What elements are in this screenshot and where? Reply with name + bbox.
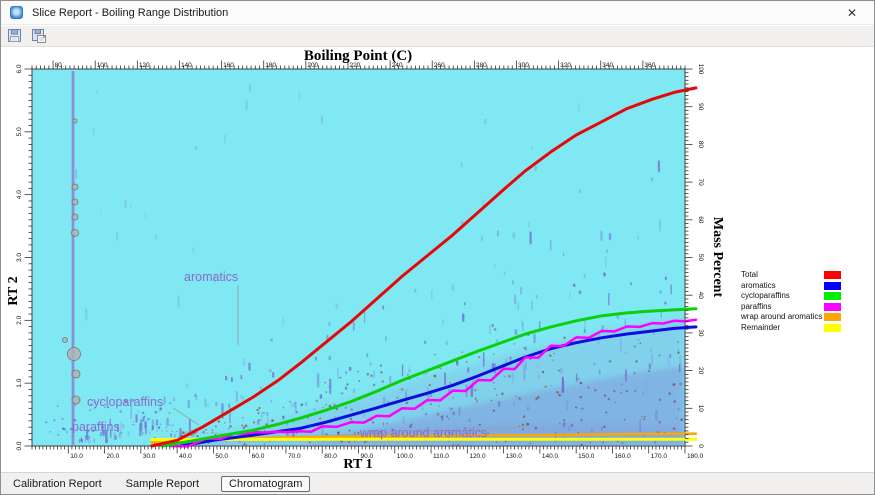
blob-marker: [72, 199, 78, 205]
legend-label: cycloparaffins: [741, 291, 790, 301]
svg-text:90: 90: [697, 103, 704, 111]
export-icon: [31, 28, 47, 44]
close-button[interactable]: ✕: [838, 4, 866, 22]
svg-text:60: 60: [697, 216, 704, 224]
svg-text:160: 160: [223, 62, 234, 69]
legend-item: Remainder: [741, 323, 873, 334]
export-button[interactable]: [29, 27, 48, 45]
svg-text:10.0: 10.0: [70, 453, 83, 460]
svg-text:360: 360: [644, 62, 655, 69]
legend-label: wrap around aromatics: [741, 312, 822, 322]
blob-marker: [63, 338, 68, 343]
svg-text:180: 180: [265, 62, 276, 69]
svg-text:180.0: 180.0: [687, 453, 704, 460]
svg-text:10: 10: [697, 405, 704, 413]
titlebar: Slice Report - Boiling Range Distributio…: [1, 1, 874, 25]
chart-region: 8010012014016018020022024026028030032034…: [1, 47, 875, 474]
legend-swatch: [824, 303, 841, 311]
svg-text:80: 80: [697, 141, 704, 149]
svg-text:5.0: 5.0: [16, 127, 23, 136]
svg-text:50.0: 50.0: [215, 453, 228, 460]
svg-text:4.0: 4.0: [16, 190, 23, 199]
legend-item: cycloparaffins: [741, 291, 873, 302]
svg-text:100: 100: [97, 62, 108, 69]
svg-text:2.0: 2.0: [16, 315, 23, 324]
tab-sample-report[interactable]: Sample Report: [114, 478, 211, 490]
legend-swatch: [824, 271, 841, 279]
left-axis-title: RT 2: [6, 276, 21, 305]
legend-swatch: [824, 292, 841, 300]
window-title: Slice Report - Boiling Range Distributio…: [32, 7, 228, 19]
legend-item: Total: [741, 270, 873, 281]
legend-item: paraffins: [741, 302, 873, 313]
svg-text:100: 100: [697, 64, 704, 75]
svg-text:80.0: 80.0: [324, 453, 337, 460]
svg-text:120.0: 120.0: [469, 453, 486, 460]
svg-text:20.0: 20.0: [107, 453, 120, 460]
svg-text:70.0: 70.0: [288, 453, 301, 460]
legend-label: aromatics: [741, 281, 776, 291]
svg-text:320: 320: [560, 62, 571, 69]
svg-text:0.0: 0.0: [16, 441, 23, 450]
legend-item: aromatics: [741, 281, 873, 292]
svg-text:300: 300: [518, 62, 529, 69]
annotation-paraffins: paraffins: [72, 420, 120, 434]
svg-text:30: 30: [697, 329, 704, 337]
svg-text:150.0: 150.0: [578, 453, 595, 460]
svg-text:40.0: 40.0: [179, 453, 192, 460]
svg-text:110.0: 110.0: [433, 453, 449, 460]
right-axis-title: Mass Percent: [710, 217, 725, 298]
legend-label: Total: [741, 270, 758, 280]
svg-text:140.0: 140.0: [542, 453, 559, 460]
legend-label: paraffins: [741, 302, 772, 312]
blob-marker: [68, 348, 81, 361]
blob-marker: [72, 214, 78, 220]
blob-marker: [72, 230, 79, 237]
svg-text:3.0: 3.0: [16, 253, 23, 262]
legend-item: wrap around aromatics: [741, 312, 873, 323]
blob-marker: [72, 370, 80, 378]
svg-text:120: 120: [139, 62, 150, 69]
svg-text:80: 80: [55, 62, 63, 69]
svg-text:170.0: 170.0: [651, 453, 668, 460]
blob-marker: [72, 396, 80, 404]
legend-swatch: [824, 282, 841, 290]
svg-text:60.0: 60.0: [252, 453, 265, 460]
annotation-aromatics: aromatics: [184, 270, 238, 284]
svg-text:0: 0: [697, 444, 704, 448]
save-icon: [7, 28, 23, 44]
legend-swatch: [824, 313, 841, 321]
svg-text:50: 50: [697, 254, 704, 262]
chromatogram-plot-canvas[interactable]: 8010012014016018020022024026028030032034…: [1, 47, 875, 474]
slice-report-window: Slice Report - Boiling Range Distributio…: [0, 0, 875, 495]
svg-text:40: 40: [697, 292, 704, 300]
svg-text:100.0: 100.0: [397, 453, 414, 460]
svg-text:260: 260: [434, 62, 445, 69]
legend-swatch: [824, 324, 841, 332]
save-button[interactable]: [5, 27, 24, 45]
report-tab-bar: Calibration Report Sample Report Chromat…: [1, 472, 875, 494]
svg-text:280: 280: [476, 62, 487, 69]
blob-marker: [73, 119, 77, 123]
svg-text:20: 20: [697, 367, 704, 375]
app-icon: [10, 6, 23, 19]
legend-label: Remainder: [741, 323, 780, 333]
svg-text:340: 340: [602, 62, 613, 69]
annotation-cycloparaffins: cycloparaffins: [87, 395, 163, 409]
tab-calibration-report[interactable]: Calibration Report: [1, 478, 114, 490]
blob-marker: [72, 184, 78, 190]
bottom-axis-title: RT 1: [343, 457, 372, 472]
svg-text:160.0: 160.0: [614, 453, 631, 460]
svg-text:130.0: 130.0: [506, 453, 523, 460]
top-axis-title: Boiling Point (C): [304, 48, 412, 64]
svg-text:6.0: 6.0: [16, 64, 23, 73]
toolbar: [1, 26, 874, 47]
svg-text:30.0: 30.0: [143, 453, 156, 460]
annotation-wrap-around-aromatics: wrap around aromatics: [359, 426, 487, 440]
tab-chromatogram[interactable]: Chromatogram: [221, 476, 310, 492]
svg-text:70: 70: [697, 178, 704, 186]
svg-text:1.0: 1.0: [16, 378, 23, 387]
legend: Total aromatics cycloparaffins paraffins…: [741, 270, 873, 333]
svg-text:140: 140: [181, 62, 192, 69]
